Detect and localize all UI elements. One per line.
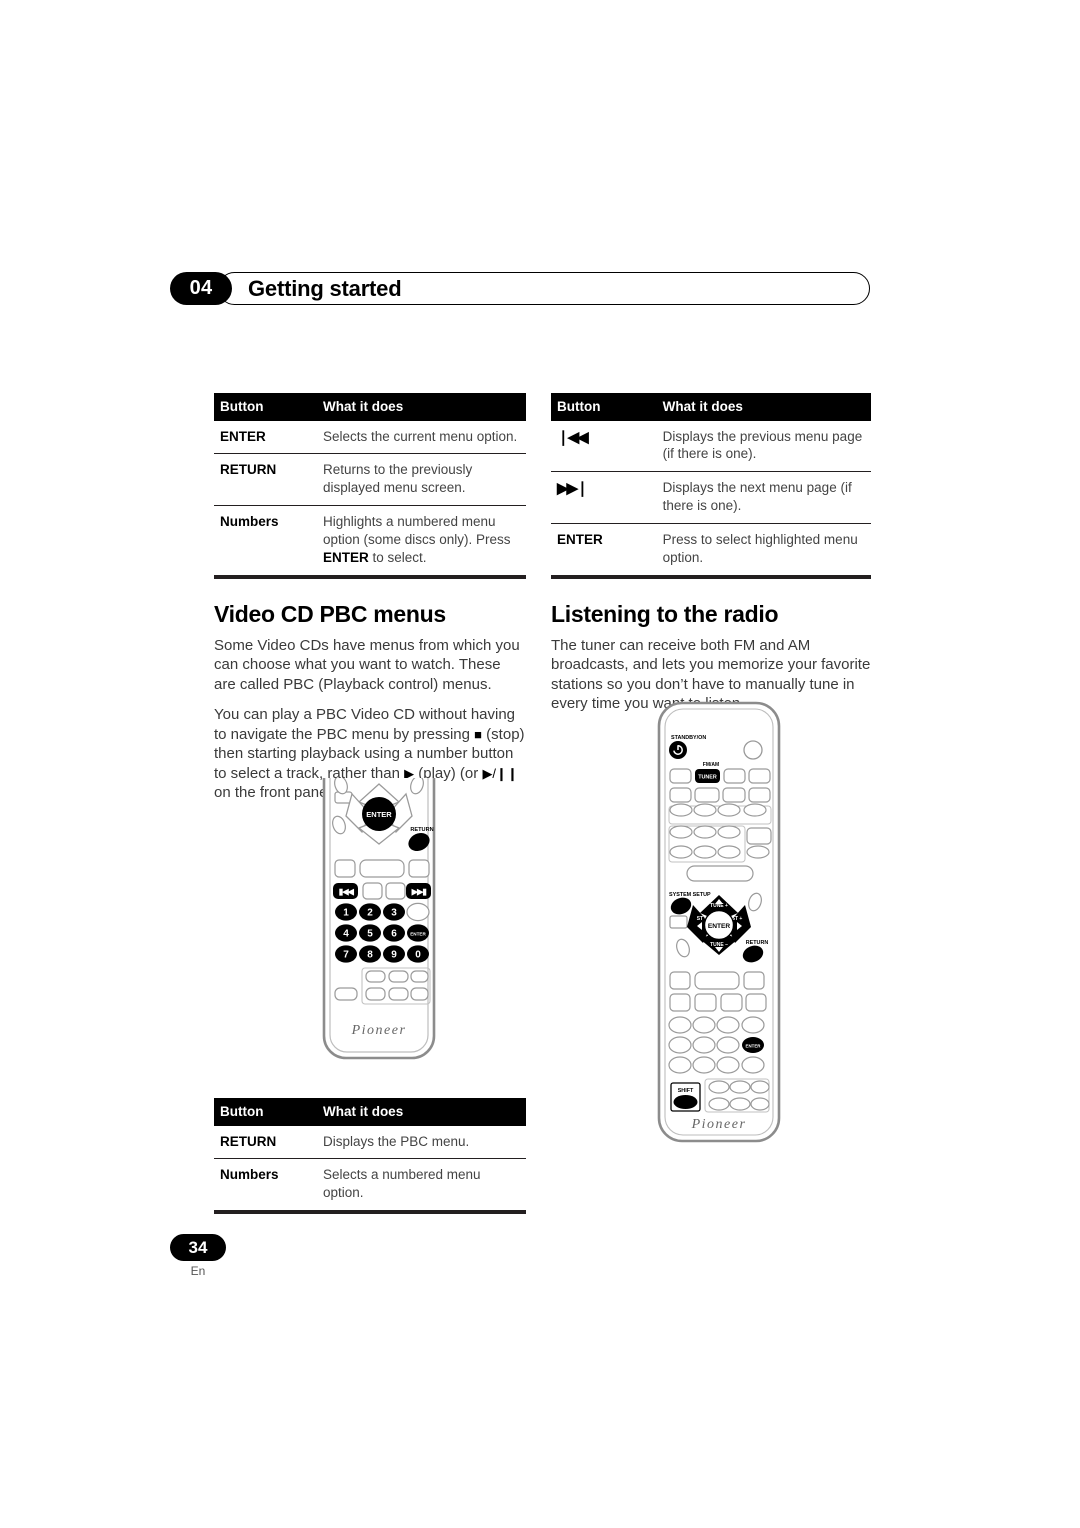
remote-right-tuner-label: TUNER	[698, 775, 717, 781]
table-bottom-rule	[551, 575, 871, 579]
desc-text: Highlights a numbered menu option (some …	[322, 514, 511, 548]
svg-text:7: 7	[343, 950, 349, 961]
paragraph-video-cd-1: Some Video CDs have menus from which you…	[214, 636, 520, 693]
button-name: ENTER	[220, 428, 266, 444]
button-name: ENTER	[551, 523, 657, 576]
column-header-button: Button	[214, 393, 317, 421]
remote-left-return-label: RETURN	[410, 827, 433, 833]
table-row: ▶▶❘ Displays the next menu page (if ther…	[551, 471, 871, 524]
button-description: Returns to the previously displayed menu…	[316, 453, 526, 506]
button-name: Numbers	[214, 1158, 317, 1211]
page-header: 04 Getting started	[170, 272, 870, 306]
remote-right-enter-small-label: ENTER	[746, 1044, 762, 1049]
section-heading-video-cd: Video CD PBC menus	[214, 600, 446, 627]
remote-left-number-6: 6	[383, 924, 405, 942]
button-name: ❘◀◀	[551, 421, 657, 472]
svg-text:9: 9	[391, 950, 397, 961]
desc-tail: to select.	[368, 550, 427, 566]
button-name: Numbers	[214, 505, 317, 576]
svg-text:5: 5	[367, 929, 373, 940]
table-row: Numbers Selects a numbered menu option.	[214, 1158, 526, 1211]
right-column: Button What it does ❘◀◀ Displays the pre…	[551, 393, 871, 725]
stop-icon: ■	[474, 726, 483, 742]
table-header-row: Button What it does	[214, 1098, 526, 1126]
remote-left-number-1: 1	[335, 903, 357, 921]
remote-left-number-4: 4	[335, 924, 357, 942]
table-row: Numbers Highlights a numbered menu optio…	[214, 505, 526, 576]
column-header-button: Button	[551, 393, 657, 421]
table-header-row: Button What it does	[214, 393, 526, 421]
column-header-what-it-does: What it does	[656, 393, 871, 421]
remote-left-number-9: 9	[383, 945, 405, 963]
button-name: RETURN	[214, 453, 317, 506]
button-description: Displays the next menu page (if there is…	[656, 471, 871, 524]
page-title: Getting started	[248, 275, 402, 301]
remote-right-brand-label: Pioneer	[691, 1117, 747, 1132]
remote-left-number-7: 7	[335, 945, 357, 963]
remote-control-illustration-left: ENTER RETURN ▮◀◀ ▶▶▮ 1 2 3 4 5 6 7 8 9 0…	[306, 778, 454, 1073]
chapter-number-badge: 04	[170, 272, 232, 305]
button-description: Press to select highlighted menu option.	[656, 523, 871, 576]
next-track-icon: ▶▶❘	[557, 480, 589, 498]
button-name: ▶▶❘	[551, 471, 657, 524]
remote-right-shift-label: SHIFT	[678, 1088, 694, 1094]
table-row: ❘◀◀ Displays the previous menu page (if …	[551, 421, 871, 472]
remote-left-number-0: 0	[407, 945, 429, 963]
desc-text: Selects the current menu option.	[322, 428, 518, 444]
table-bottom-rule	[214, 1210, 526, 1214]
button-name: RETURN	[220, 1133, 277, 1149]
table-row: RETURN Returns to the previously display…	[214, 453, 526, 506]
desc-emphasis: ENTER	[322, 550, 369, 566]
remote-right-return-label: RETURN	[746, 940, 769, 946]
play-pause-icon: ▶/❙❙	[482, 765, 518, 781]
remote-right-enter-label: ENTER	[708, 923, 731, 930]
page-footer: 34 En	[170, 1234, 226, 1278]
table-header-row: Button What it does	[551, 393, 871, 421]
svg-text:8: 8	[367, 950, 373, 961]
column-header-button: Button	[214, 1098, 317, 1126]
column-header-what-it-does: What it does	[316, 393, 526, 421]
page-number-badge: 34	[170, 1234, 226, 1261]
para-part-a: You can play a PBC Video CD without havi…	[214, 706, 516, 743]
remote-left-number-3: 3	[383, 903, 405, 921]
svg-text:3: 3	[391, 908, 397, 919]
table-row: ENTER Selects the current menu option.	[214, 421, 526, 454]
button-description: Displays the previous menu page (if ther…	[662, 428, 863, 462]
remote-left-brand-label: Pioneer	[351, 1023, 407, 1038]
remote-right-standby-label: STANDBY/ON	[671, 735, 706, 741]
previous-track-icon: ❘◀◀	[557, 428, 589, 446]
table-row: ENTER Press to select highlighted menu o…	[551, 523, 871, 576]
remote-left-number-2: 2	[359, 903, 381, 921]
table-bottom-rule	[214, 575, 526, 579]
page-nav-button-table: Button What it does ❘◀◀ Displays the pre…	[551, 393, 871, 576]
button-description: Selects a numbered menu option.	[316, 1158, 526, 1211]
manual-page: 04 Getting started Button What it does E…	[0, 0, 1080, 1528]
remote-left-number-8: 8	[359, 945, 381, 963]
desc-text: Returns to the previously displayed menu…	[322, 462, 473, 496]
left-column: Button What it does ENTER Selects the cu…	[214, 393, 526, 814]
remote-right-fmam-label: FM/AM	[703, 762, 719, 768]
button-description: Displays the PBC menu.	[322, 1133, 470, 1149]
table-row: RETURN Displays the PBC menu.	[214, 1126, 526, 1159]
remote-left-number-5: 5	[359, 924, 381, 942]
remote-control-illustration-right: STANDBY/ON FM/AM TUNER SYSTEM SETUP TUNE…	[645, 700, 800, 1145]
language-code: En	[190, 1264, 206, 1278]
svg-text:2: 2	[367, 908, 373, 919]
remote-left-prev-label: ▮◀◀	[339, 887, 355, 897]
remote-left-next-label: ▶▶▮	[412, 887, 428, 897]
svg-text:1: 1	[343, 908, 349, 919]
svg-text:0: 0	[415, 950, 421, 961]
section-heading-radio: Listening to the radio	[551, 600, 779, 627]
column-header-what-it-does: What it does	[316, 1098, 526, 1126]
remote-left-enter-small-label: ENTER	[410, 932, 426, 937]
pbc-button-table: Button What it does RETURN Displays the …	[214, 1098, 526, 1211]
svg-text:4: 4	[343, 929, 349, 940]
button-description: Highlights a numbered menu option (some …	[316, 505, 526, 576]
remote-left-enter-label: ENTER	[366, 810, 392, 819]
button-description: Selects the current menu option.	[317, 421, 526, 454]
remote-right-system-setup-label: SYSTEM SETUP	[669, 892, 711, 898]
svg-text:6: 6	[391, 929, 397, 940]
pbc-table-wrapper: Button What it does RETURN Displays the …	[214, 1098, 526, 1214]
dvd-menu-button-table: Button What it does ENTER Selects the cu…	[214, 393, 526, 576]
